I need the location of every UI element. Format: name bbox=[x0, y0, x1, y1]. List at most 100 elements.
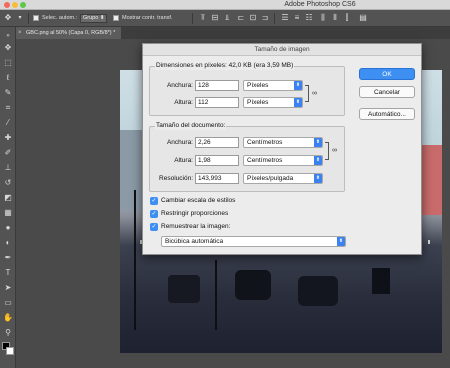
pixel-width-unit-select[interactable]: Píxeles ⬍ bbox=[243, 80, 303, 91]
doc-height-label: Altura: bbox=[174, 157, 193, 164]
checkmark-icon: ✓ bbox=[150, 197, 158, 205]
canvas-mic-stand bbox=[134, 190, 136, 330]
ok-button[interactable]: OK bbox=[359, 68, 415, 80]
align-right-icon[interactable]: ⊐ bbox=[260, 13, 270, 23]
separator bbox=[274, 13, 275, 24]
tools-panel: » ✥ ⬚ ℓ ✎ ⌗ ⁄ ✚ ✐ ⊥ ↺ ◩ ▦ ● ◐ ✒ T ➤ ▭ ✋ … bbox=[0, 27, 16, 368]
pixel-width-field[interactable]: 128 bbox=[195, 80, 239, 91]
app-title: Adobe Photoshop CS6 bbox=[0, 0, 450, 10]
chevron-updown-icon: ⬍ bbox=[294, 81, 302, 90]
align-left-icon[interactable]: ⊏ bbox=[236, 13, 246, 23]
pixel-height-label: Altura: bbox=[174, 99, 193, 106]
hand-icon[interactable]: ✋ bbox=[3, 313, 13, 323]
chevron-updown-icon: ⬍ bbox=[337, 237, 345, 246]
resolution-field[interactable]: 143,993 bbox=[195, 173, 239, 184]
chevron-updown-icon: ⬍ bbox=[314, 138, 322, 147]
auto-select-checkbox[interactable] bbox=[33, 15, 39, 21]
constrain-bracket bbox=[325, 142, 329, 160]
resample-method-value: Bicúbica automática bbox=[165, 238, 224, 245]
canvas-speaker-center bbox=[235, 270, 271, 300]
resolution-unit-value: Píxeles/pulgada bbox=[247, 175, 294, 182]
group-select-value: Grupo bbox=[83, 15, 99, 21]
align-middle-icon[interactable]: ⊟ bbox=[210, 13, 220, 23]
group-select[interactable]: Grupo ⬍ bbox=[80, 14, 108, 23]
doc-height-unit-value: Centímetros bbox=[247, 157, 283, 164]
title-bar: Adobe Photoshop CS6 bbox=[0, 0, 450, 10]
background-color-swatch[interactable] bbox=[6, 347, 14, 355]
lasso-icon[interactable]: ℓ bbox=[3, 73, 13, 83]
marquee-icon[interactable]: ⬚ bbox=[3, 58, 13, 68]
canvas-speaker-right bbox=[298, 276, 338, 306]
chevron-down-icon[interactable]: ▾ bbox=[15, 13, 25, 23]
distribute-left-icon[interactable]: ⫼ bbox=[318, 13, 328, 23]
distribute-right-icon[interactable]: ⫿ bbox=[342, 13, 352, 23]
brush-icon[interactable]: ✐ bbox=[3, 148, 13, 158]
doc-width-unit-select[interactable]: Centímetros ⬍ bbox=[243, 137, 323, 148]
image-size-dialog: Tamaño de imagen Dimensiones en píxeles:… bbox=[142, 43, 422, 255]
auto-align-icon[interactable]: ▤ bbox=[358, 13, 368, 23]
distribute-center-icon[interactable]: ⦀ bbox=[330, 13, 340, 23]
document-tab-label: GBC.png al 50% (Capa 0, RGB/8*) * bbox=[26, 30, 116, 36]
eraser-icon[interactable]: ◩ bbox=[3, 193, 13, 203]
resolution-unit-select[interactable]: Píxeles/pulgada ⬍ bbox=[243, 173, 323, 184]
document-tab-bar: × GBC.png al 50% (Capa 0, RGB/8*) * bbox=[16, 27, 450, 39]
resolution-label: Resolución: bbox=[159, 175, 193, 182]
constrain-proportions-label: Restringir proporciones bbox=[161, 210, 229, 217]
separator bbox=[28, 13, 29, 24]
distribute-top-icon[interactable]: ☰ bbox=[280, 13, 290, 23]
zoom-icon[interactable]: ⚲ bbox=[3, 328, 13, 338]
canvas-building-left bbox=[120, 130, 142, 210]
doc-height-unit-select[interactable]: Centímetros ⬍ bbox=[243, 155, 323, 166]
doc-width-field[interactable]: 2,26 bbox=[195, 137, 239, 148]
show-transform-checkbox[interactable] bbox=[113, 15, 119, 21]
doc-height-field[interactable]: 1,98 bbox=[195, 155, 239, 166]
dodge-icon[interactable]: ◐ bbox=[3, 238, 13, 248]
canvas-speaker-left bbox=[168, 275, 200, 303]
doc-width-unit-value: Centímetros bbox=[247, 139, 283, 146]
resample-image-label: Remuestrear la imagen: bbox=[161, 223, 231, 230]
move-icon[interactable]: ✥ bbox=[3, 43, 13, 53]
quick-select-icon[interactable]: ✎ bbox=[3, 88, 13, 98]
pixel-height-field[interactable]: 112 bbox=[195, 97, 239, 108]
shape-icon[interactable]: ▭ bbox=[3, 298, 13, 308]
healing-icon[interactable]: ✚ bbox=[3, 133, 13, 143]
panel-collapse-icon[interactable]: » bbox=[3, 31, 13, 41]
path-select-icon[interactable]: ➤ bbox=[3, 283, 13, 293]
photoshop-window: Adobe Photoshop CS6 ✥ ▾ Selec. autom.: G… bbox=[0, 0, 450, 368]
gradient-icon[interactable]: ▦ bbox=[3, 208, 13, 218]
canvas-amp bbox=[372, 268, 390, 294]
align-top-icon[interactable]: ⫪ bbox=[198, 13, 208, 23]
doc-width-label: Anchura: bbox=[166, 139, 193, 146]
auto-button[interactable]: Automático... bbox=[359, 108, 415, 120]
pixel-height-unit-select[interactable]: Píxeles ⬍ bbox=[243, 97, 303, 108]
resample-method-select[interactable]: Bicúbica automática ⬍ bbox=[161, 236, 346, 247]
crop-icon[interactable]: ⌗ bbox=[3, 103, 13, 113]
history-brush-icon[interactable]: ↺ bbox=[3, 178, 13, 188]
cancel-button[interactable]: Cancelar bbox=[359, 86, 415, 98]
canvas-mic-stand bbox=[215, 260, 217, 330]
document-tab[interactable]: × GBC.png al 50% (Capa 0, RGB/8*) * bbox=[16, 27, 122, 39]
pixel-width-unit-value: Píxeles bbox=[247, 82, 269, 89]
pen-icon[interactable]: ✒ bbox=[3, 253, 13, 263]
chevron-updown-icon: ⬍ bbox=[294, 98, 302, 107]
chevron-updown-icon: ⬍ bbox=[314, 174, 322, 183]
move-tool-preset-icon[interactable]: ✥ bbox=[3, 13, 13, 23]
type-icon[interactable]: T bbox=[3, 268, 13, 278]
chain-link-icon: ∞ bbox=[312, 90, 317, 97]
blur-icon[interactable]: ● bbox=[3, 223, 13, 233]
stamp-icon[interactable]: ⊥ bbox=[3, 163, 13, 173]
checkmark-icon: ✓ bbox=[150, 223, 158, 231]
pixel-dimensions-legend: Dimensiones en píxeles: 42,0 KB (era 3,5… bbox=[155, 62, 295, 70]
align-center-icon[interactable]: ⊡ bbox=[248, 13, 258, 23]
distribute-middle-icon[interactable]: ≡ bbox=[292, 13, 302, 23]
align-bottom-icon[interactable]: ⫫ bbox=[222, 13, 232, 23]
constrain-bracket bbox=[305, 85, 309, 102]
app-title-text: Adobe Photoshop CS6 bbox=[284, 1, 356, 8]
scale-styles-label: Cambiar escala de estilos bbox=[161, 197, 236, 204]
chevron-updown-icon: ⬍ bbox=[314, 156, 322, 165]
dialog-title: Tamaño de imagen bbox=[143, 44, 421, 56]
eyedropper-icon[interactable]: ⁄ bbox=[3, 118, 13, 128]
chain-link-icon: ∞ bbox=[332, 147, 337, 154]
distribute-bottom-icon[interactable]: ☷ bbox=[304, 13, 314, 23]
close-tab-icon[interactable]: × bbox=[18, 27, 22, 39]
